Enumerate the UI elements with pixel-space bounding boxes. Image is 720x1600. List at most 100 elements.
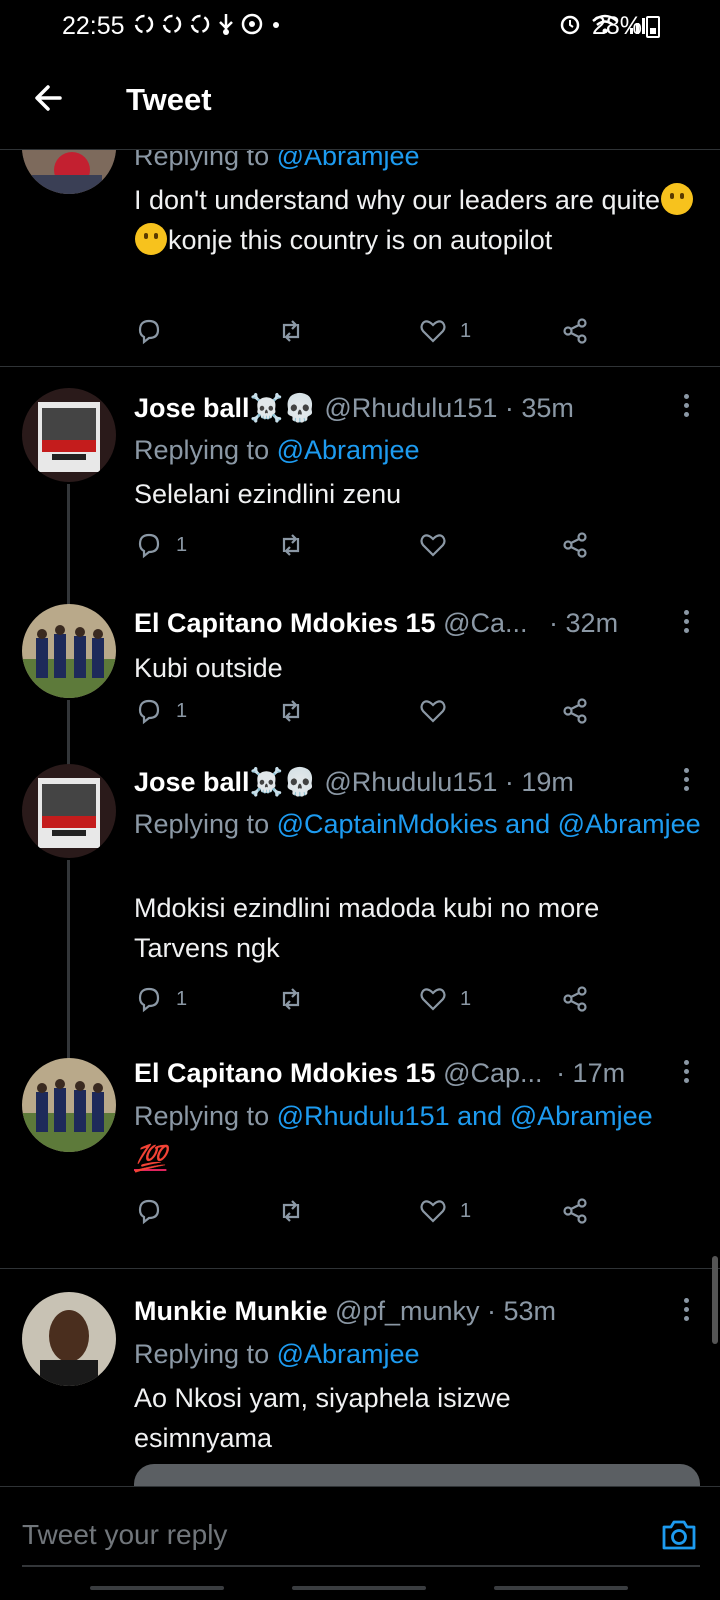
tweet-header: El Capitano Mdokies 15 @Ca... · 32m xyxy=(134,608,618,639)
tweet-time: · 17m xyxy=(556,1058,626,1088)
retweet-button[interactable] xyxy=(276,316,306,346)
retweet-icon xyxy=(282,320,300,342)
mention-link[interactable]: @Abramjee xyxy=(277,1339,420,1369)
tweet-header: Munkie Munkie @pf_munky · 53m xyxy=(134,1296,556,1327)
reply-icon xyxy=(138,319,160,345)
sync-icon xyxy=(162,14,182,34)
nav-recents[interactable] xyxy=(90,1586,224,1590)
share-button[interactable] xyxy=(560,696,590,726)
reply-button[interactable] xyxy=(134,316,176,346)
heart-icon xyxy=(420,534,446,557)
share-button[interactable] xyxy=(560,316,590,346)
status-time: 22:55 xyxy=(62,12,125,40)
tweet-actions: 1 1 xyxy=(134,984,604,1016)
sync-icon xyxy=(134,14,154,34)
more-options-icon[interactable] xyxy=(679,1296,693,1324)
like-button[interactable]: 1 xyxy=(418,984,471,1014)
reply-icon xyxy=(138,1199,160,1225)
reply-button[interactable] xyxy=(134,1196,176,1226)
author-name[interactable]: Jose ball☠️💀 xyxy=(134,767,317,797)
reply-button[interactable]: 1 xyxy=(134,530,187,560)
author-handle[interactable]: @Ca... xyxy=(443,608,527,638)
tweet-actions: 1 xyxy=(134,530,604,562)
nav-home[interactable] xyxy=(292,1586,426,1590)
author-handle[interactable]: @Rhudulu151 xyxy=(324,767,497,797)
author-name[interactable]: El Capitano Mdokies 15 xyxy=(134,608,436,638)
replying-to: Replying to @Rhudulu151 and @Abramjee xyxy=(134,1101,653,1131)
share-icon xyxy=(563,698,587,724)
retweet-icon xyxy=(282,700,300,722)
mention-link[interactable]: @Rhudulu151 and @Abramjee xyxy=(277,1101,653,1131)
more-options-icon[interactable] xyxy=(679,608,693,636)
thinking-emoji-icon xyxy=(135,223,167,255)
thread-line xyxy=(67,722,70,766)
tweet-time: · 53m xyxy=(487,1296,557,1326)
list-item[interactable]: El Capitano Mdokies 15 @Cap... · 17m Rep… xyxy=(0,1040,720,1268)
tweet-time: · 32m xyxy=(549,608,619,638)
tweet-time: · 19m xyxy=(504,767,574,797)
status-bar: 22:55 28% xyxy=(0,0,720,54)
reply-button[interactable]: 1 xyxy=(134,984,187,1014)
thread-line xyxy=(67,1040,70,1058)
replying-to: Replying to @Abramjee xyxy=(134,1339,420,1369)
share-icon xyxy=(563,986,587,1012)
share-button[interactable] xyxy=(560,1196,590,1226)
like-button[interactable] xyxy=(418,696,460,726)
system-nav-bar xyxy=(0,1580,720,1600)
tweet-list[interactable]: Replying to @Abramjee I don't understand… xyxy=(0,150,720,1486)
mention-link[interactable]: @CaptainMdokies and @Abramjee xyxy=(277,809,701,839)
like-button[interactable]: 1 xyxy=(418,316,471,346)
avatar[interactable] xyxy=(22,150,116,194)
retweet-button[interactable] xyxy=(276,984,306,1014)
author-name[interactable]: El Capitano Mdokies 15 xyxy=(134,1058,436,1088)
tweet-header: El Capitano Mdokies 15 @Cap... · 17m xyxy=(134,1058,625,1089)
reply-button[interactable]: 1 xyxy=(134,696,187,726)
avatar[interactable] xyxy=(22,1292,116,1386)
retweet-button[interactable] xyxy=(276,1196,306,1226)
list-item[interactable]: Munkie Munkie @pf_munky · 53m Replying t… xyxy=(0,1268,720,1486)
messenger-icon xyxy=(241,13,263,35)
more-options-icon[interactable] xyxy=(679,1058,693,1086)
more-options-icon[interactable] xyxy=(679,766,693,794)
author-handle[interactable]: @Rhudulu151 xyxy=(324,393,497,423)
tweet-header: Jose ball☠️💀 @Rhudulu151 · 35m xyxy=(134,392,574,424)
share-icon xyxy=(563,532,587,558)
sync-icon xyxy=(190,14,210,34)
reply-icon xyxy=(138,533,160,559)
usb-icon xyxy=(219,14,233,35)
reply-input[interactable] xyxy=(22,1515,642,1555)
avatar[interactable] xyxy=(22,764,116,858)
back-arrow-icon[interactable] xyxy=(30,78,70,118)
author-handle[interactable]: @pf_munky xyxy=(335,1296,479,1326)
retweet-button[interactable] xyxy=(276,696,306,726)
share-button[interactable] xyxy=(560,984,590,1014)
mention-link[interactable]: @Abramjee xyxy=(277,435,420,465)
thread-line xyxy=(67,860,70,1060)
reply-icon xyxy=(138,699,160,725)
nav-back[interactable] xyxy=(494,1586,628,1590)
mention-link[interactable]: @Abramjee xyxy=(277,150,420,171)
input-underline xyxy=(22,1565,700,1567)
retweet-button[interactable] xyxy=(276,530,306,560)
reply-icon xyxy=(138,987,160,1013)
avatar[interactable] xyxy=(22,388,116,482)
more-options-icon[interactable] xyxy=(679,392,693,420)
author-name[interactable]: Munkie Munkie xyxy=(134,1296,328,1326)
like-button[interactable]: 1 xyxy=(418,1196,471,1226)
list-item[interactable]: Jose ball☠️💀 @Rhudulu151 · 19m Replying … xyxy=(0,722,720,1060)
list-item[interactable]: Replying to @Abramjee I don't understand… xyxy=(0,150,720,366)
tweet-text: 💯 xyxy=(134,1138,694,1178)
notification-icons xyxy=(132,12,284,36)
author-handle[interactable]: @Cap... xyxy=(443,1058,542,1088)
avatar[interactable] xyxy=(22,1058,116,1152)
camera-icon[interactable] xyxy=(659,1515,699,1555)
share-button[interactable] xyxy=(560,530,590,560)
like-button[interactable] xyxy=(418,530,460,560)
scrollbar[interactable] xyxy=(712,1256,718,1344)
tweet-text: Ao Nkosi yam, siyaphela isizwe esimnyama xyxy=(134,1383,511,1453)
list-item[interactable]: Jose ball☠️💀 @Rhudulu151 · 35m Replying … xyxy=(0,366,720,594)
list-item[interactable]: El Capitano Mdokies 15 @Ca... · 32m Kubi… xyxy=(0,578,720,760)
author-name[interactable]: Jose ball☠️💀 xyxy=(134,393,317,423)
tweet-actions: 1 xyxy=(134,696,604,728)
avatar[interactable] xyxy=(22,604,116,698)
